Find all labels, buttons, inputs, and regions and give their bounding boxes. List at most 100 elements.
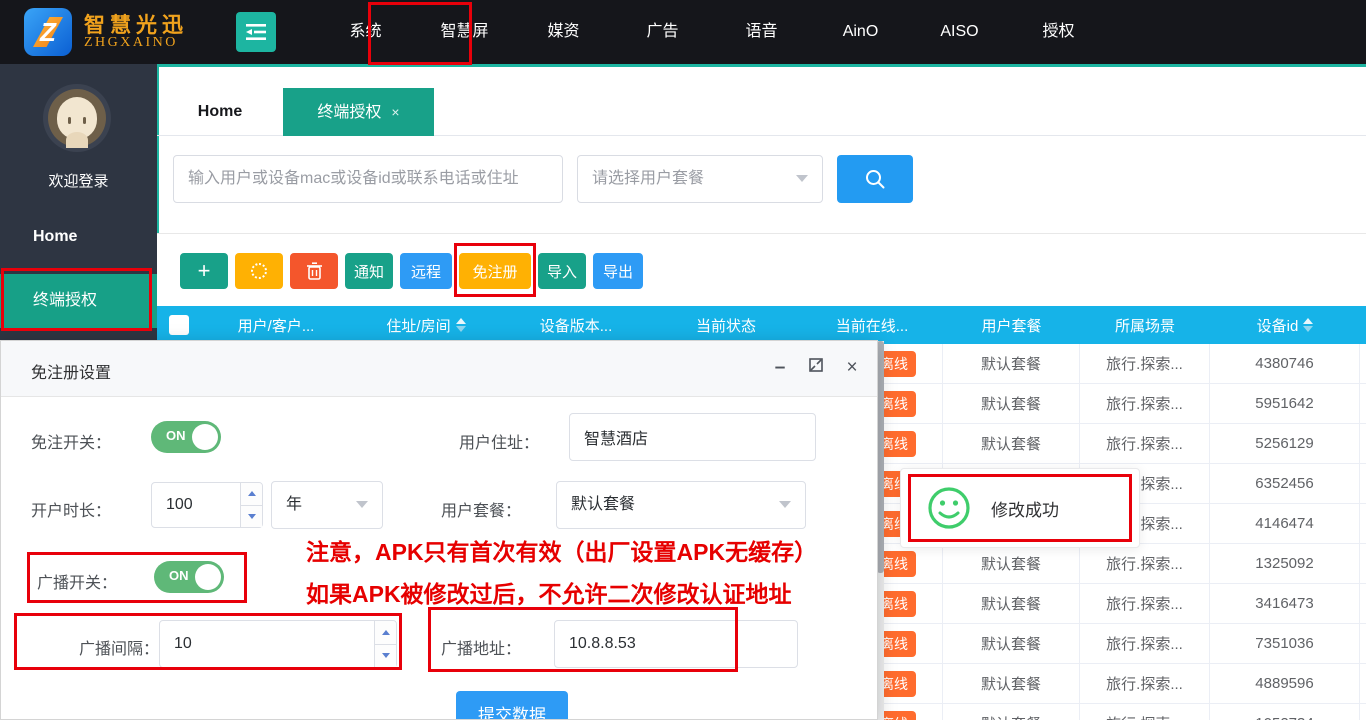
success-toast: 修改成功: [900, 468, 1140, 548]
chevron-down-icon: [356, 501, 368, 508]
submit-button[interactable]: 提交数据: [456, 691, 568, 720]
cell-scene: 旅行.探索...: [1080, 344, 1210, 383]
broadcast-switch-label: 广播开关：: [37, 569, 117, 593]
select-all-checkbox[interactable]: [169, 315, 189, 335]
sort-icon[interactable]: [456, 318, 466, 332]
refresh-button[interactable]: [235, 253, 283, 289]
interval-input[interactable]: [159, 620, 397, 668]
address-label: 用户住址：: [459, 429, 539, 453]
smiley-success-icon: [927, 486, 971, 530]
sidebar-item-terminal-auth[interactable]: 终端授权: [0, 274, 157, 328]
hamburger-collapse-icon: [246, 24, 266, 40]
cell-package: 默认套餐: [943, 624, 1080, 663]
broadcast-addr-label: 广播地址：: [441, 635, 521, 659]
cell-device-id: 4146474: [1210, 504, 1360, 543]
vertical-scrollbar[interactable]: [877, 341, 884, 720]
stepper-arrows[interactable]: [374, 621, 396, 667]
tab-terminal-auth[interactable]: 终端授权 ×: [283, 88, 434, 136]
top-navbar: Z 智慧光迅 ZHGXAINO 系统 智慧屏 媒资 广告 语音 AinO AIS…: [0, 0, 1366, 64]
nav-item-auth[interactable]: 授权: [1009, 0, 1108, 64]
package-select-placeholder: 请选择用户套餐: [592, 170, 704, 187]
cell-package: 默认套餐: [943, 344, 1080, 383]
nav-item-media[interactable]: 媒资: [514, 0, 613, 64]
search-input[interactable]: [173, 155, 563, 203]
broadcast-addr-input[interactable]: [554, 620, 798, 668]
nav-item-aino[interactable]: AinO: [811, 0, 910, 64]
cell-scene: 旅行.探索...: [1080, 584, 1210, 623]
chevron-down-icon: [796, 175, 808, 182]
search-icon: [863, 167, 887, 191]
sidebar-item-home[interactable]: Home: [0, 216, 157, 258]
cell-device-id: 1052734: [1210, 704, 1360, 720]
sidebar-collapse-button[interactable]: [236, 12, 276, 52]
duration-unit-select[interactable]: 年: [271, 481, 383, 529]
top-nav-menu: 系统 智慧屏 媒资 广告 语音 AinO AISO 授权: [316, 0, 1108, 64]
brand-name-cn: 智慧光迅: [84, 14, 188, 36]
free-switch-toggle[interactable]: ON: [151, 421, 221, 453]
cell-package: 默认套餐: [943, 384, 1080, 423]
cell-device-id: 5256129: [1210, 424, 1360, 463]
maximize-icon: [808, 357, 824, 373]
cell-device-id: 7351036: [1210, 624, 1360, 663]
notify-button[interactable]: 通知: [345, 253, 393, 289]
col-scene: 所属场景: [1080, 315, 1210, 336]
col-version: 设备版本...: [501, 315, 651, 336]
brand-logo-icon: Z: [24, 8, 72, 56]
cell-device-id: 6352456: [1210, 464, 1360, 503]
cell-scene: 旅行.探索...: [1080, 704, 1210, 720]
nav-item-voice[interactable]: 语音: [712, 0, 811, 64]
sort-icon[interactable]: [1303, 318, 1313, 332]
cell-scene: 旅行.探索...: [1080, 664, 1210, 703]
cell-device-id: 3416473: [1210, 584, 1360, 623]
broadcast-switch-toggle[interactable]: ON: [154, 561, 224, 593]
tab-close-icon[interactable]: ×: [391, 104, 399, 120]
cell-package: 默认套餐: [943, 584, 1080, 623]
package-select[interactable]: 请选择用户套餐: [577, 155, 823, 203]
import-button[interactable]: 导入: [538, 253, 586, 289]
export-button[interactable]: 导出: [593, 253, 643, 289]
nav-item-smartscreen[interactable]: 智慧屏: [415, 0, 514, 64]
trash-icon: [306, 262, 323, 280]
table-header-row: 用户/客户... 住址/房间 设备版本... 当前状态 当前在线... 用户套餐…: [157, 306, 1366, 344]
cell-scene: 旅行.探索...: [1080, 424, 1210, 463]
interval-stepper[interactable]: [159, 620, 397, 668]
minimize-button[interactable]: –: [767, 355, 793, 381]
nav-item-aiso[interactable]: AISO: [910, 0, 1009, 64]
stepper-arrows[interactable]: [240, 483, 262, 527]
tab-home[interactable]: Home: [187, 88, 253, 136]
scrollbar-thumb[interactable]: [877, 341, 884, 573]
tab-bar: Home 终端授权 ×: [157, 67, 1366, 136]
free-switch-label: 免注开关：: [31, 429, 111, 453]
duration-stepper[interactable]: [151, 482, 263, 528]
col-package: 用户套餐: [943, 315, 1080, 336]
dialog-header: 免注册设置 – ×: [1, 341, 877, 397]
cell-package: 默认套餐: [943, 704, 1080, 720]
chevron-down-icon: [779, 501, 791, 508]
delete-button[interactable]: [290, 253, 338, 289]
cell-device-id: 4889596: [1210, 664, 1360, 703]
add-button[interactable]: +: [180, 253, 228, 289]
cell-package: 默认套餐: [943, 544, 1080, 583]
toast-message: 修改成功: [991, 496, 1059, 521]
nav-item-system[interactable]: 系统: [316, 0, 415, 64]
address-input[interactable]: [569, 413, 816, 461]
maximize-button[interactable]: [803, 355, 829, 381]
package-select-modal[interactable]: 默认套餐: [556, 481, 806, 529]
cell-scene: 旅行.探索...: [1080, 384, 1210, 423]
cell-package: 默认套餐: [943, 424, 1080, 463]
cell-device-id: 5951642: [1210, 384, 1360, 423]
free-register-button[interactable]: 免注册: [459, 253, 531, 289]
col-address: 住址/房间: [351, 315, 501, 336]
avatar: [43, 84, 111, 152]
welcome-text: 欢迎登录: [0, 170, 157, 191]
remote-button[interactable]: 远程: [400, 253, 452, 289]
search-button[interactable]: [837, 155, 913, 203]
tab-terminal-auth-label: 终端授权: [317, 104, 381, 121]
package-label: 用户套餐：: [441, 497, 521, 521]
free-register-dialog: 免注册设置 – × 免注开关： ON 用户住址： 开户时长： 年 用户套餐： 默…: [0, 340, 878, 720]
col-deviceid: 设备id: [1210, 315, 1360, 336]
col-user: 用户/客户...: [201, 315, 351, 336]
close-icon[interactable]: ×: [839, 355, 865, 381]
nav-item-ads[interactable]: 广告: [613, 0, 712, 64]
cell-scene: 旅行.探索...: [1080, 544, 1210, 583]
